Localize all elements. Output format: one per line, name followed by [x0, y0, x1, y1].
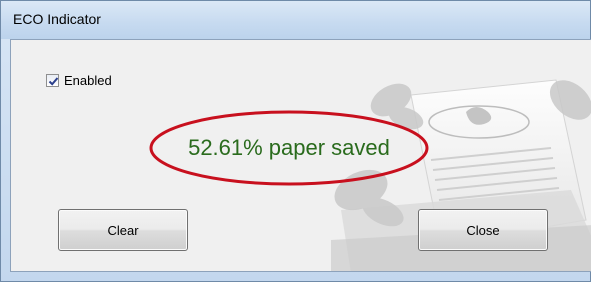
checkbox-box[interactable]	[46, 74, 59, 87]
paper-saved-text: 52.61% paper saved	[188, 135, 390, 160]
enabled-label: Enabled	[64, 73, 112, 88]
title-bar[interactable]: ECO Indicator	[1, 1, 590, 39]
clear-button[interactable]: Clear	[58, 209, 188, 251]
enabled-checkbox[interactable]: Enabled	[46, 73, 112, 88]
window-client-area: Enabled 52.61% paper saved Clear Close	[10, 39, 591, 272]
window-title: ECO Indicator	[13, 11, 101, 27]
checkmark-icon	[48, 77, 59, 86]
close-button[interactable]: Close	[418, 209, 548, 251]
eco-indicator-window: ECO Indicator Enabled 52.61% paper saved…	[0, 0, 591, 282]
paper-saved-indicator: 52.61% paper saved	[148, 108, 430, 188]
